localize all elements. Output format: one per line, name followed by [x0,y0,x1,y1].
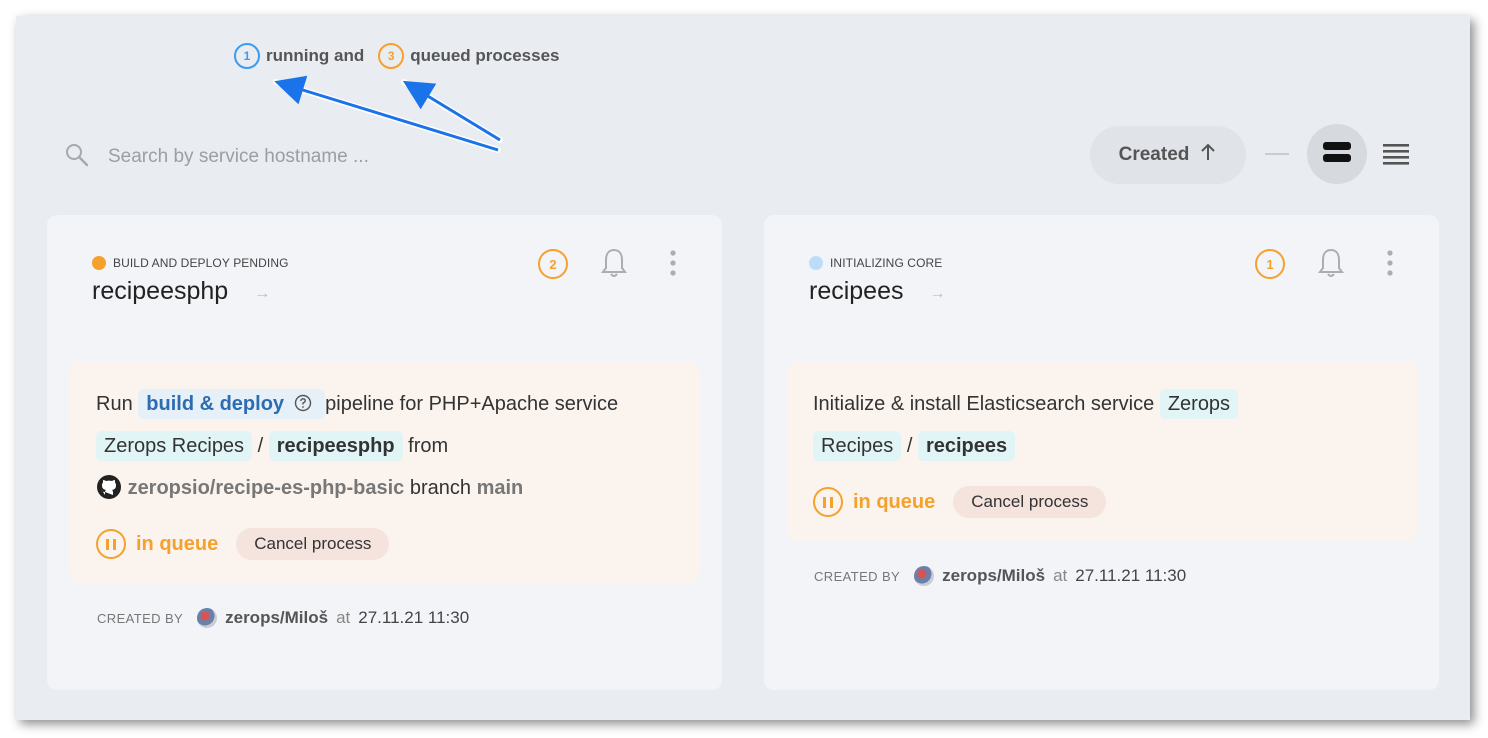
status-label: BUILD AND DEPLOY PENDING [113,256,289,270]
sort-button[interactable]: Created [1090,126,1246,184]
card-view-button[interactable] [1307,124,1367,184]
queue-status-row: in queue Cancel process [96,528,390,560]
service-name[interactable]: recipeesphp [92,277,228,306]
service-status: BUILD AND DEPLOY PENDING [92,256,289,270]
list-view-button[interactable] [1376,136,1416,176]
pipeline-chip[interactable]: build & deploy [138,389,326,419]
queued-label: queued processes [410,46,560,65]
branch-name: main [476,477,524,499]
github-icon [96,475,128,499]
search-icon [64,142,90,173]
created-by-user: zerops/Miloš [942,566,1046,585]
process-description: Initialize & install Elasticsearch servi… [813,383,1391,467]
queue-status-row: in queue Cancel process [813,486,1107,518]
service-chip[interactable]: recipees [917,431,1016,461]
process-description: Run build & deploy pipeline for PHP+Apac… [96,383,674,509]
bell-icon[interactable] [600,247,628,284]
arrow-right-icon[interactable]: → [930,285,946,303]
more-vertical-icon[interactable] [667,249,679,282]
service-chip[interactable]: recipeesphp [268,431,403,461]
status-label: INITIALIZING CORE [830,256,943,270]
created-datetime: 27.11.21 11:30 [1075,566,1187,585]
pause-icon [96,529,126,559]
project-chip[interactable]: Zerops Recipes [96,431,253,461]
queue-label: in queue [136,532,219,555]
project-chip[interactable]: Zerops [1159,389,1239,419]
view-separator [1265,153,1289,155]
service-card[interactable]: INITIALIZING CORE recipees → 1 Initializ… [764,215,1439,690]
project-chip[interactable]: Recipes [813,431,902,461]
list-view-icon [1383,143,1409,170]
process-count-badge[interactable]: 1 [1255,249,1285,279]
process-summary: 1 running and 3 queued processes [234,41,560,71]
service-name[interactable]: recipees [809,277,904,306]
pause-icon [813,487,843,517]
created-datetime: 27.11.21 11:30 [358,608,470,627]
cancel-process-button[interactable]: Cancel process [236,528,390,560]
more-vertical-icon[interactable] [1384,249,1396,282]
search-input[interactable] [106,145,470,169]
running-label: running and [266,46,365,65]
sort-label: Created [1118,144,1190,165]
process-count-badge[interactable]: 2 [538,249,568,279]
status-dot [92,256,106,270]
avatar [914,566,935,586]
status-dot [809,256,823,270]
service-title[interactable]: recipeesphp → [92,277,270,306]
avatar [197,608,218,628]
cancel-process-button[interactable]: Cancel process [953,486,1107,518]
help-icon[interactable] [294,394,312,412]
search-bar [64,140,484,174]
process-panel: Initialize & install Elasticsearch servi… [787,361,1417,541]
queue-label: in queue [853,490,936,513]
bell-icon[interactable] [1317,247,1345,284]
created-by-row: CREATED BY zerops/Miloš at 27.11.21 11:3… [97,608,470,628]
arrow-up-icon [1199,142,1217,168]
created-by-user: zerops/Miloš [225,608,329,627]
queued-count-badge[interactable]: 3 [378,43,405,69]
repository-link[interactable]: zeropsio/recipe-es-php-basic [128,477,405,499]
card-view-icon [1322,140,1352,169]
arrow-right-icon[interactable]: → [254,285,270,303]
service-status: INITIALIZING CORE [809,256,942,270]
process-panel: Run build & deploy pipeline for PHP+Apac… [70,361,700,583]
app-frame: 1 running and 3 queued processes Created… [16,16,1470,720]
running-count-badge[interactable]: 1 [234,43,260,69]
service-title[interactable]: recipees → [809,277,946,306]
service-card[interactable]: BUILD AND DEPLOY PENDING recipeesphp → 2… [47,215,722,690]
created-by-row: CREATED BY zerops/Miloš at 27.11.21 11:3… [814,566,1187,586]
